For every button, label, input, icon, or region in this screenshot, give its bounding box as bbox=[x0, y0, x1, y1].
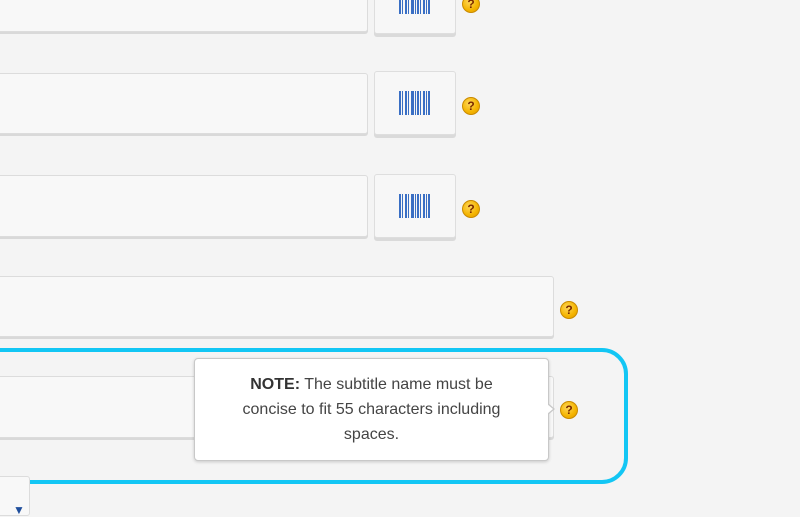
text-input-row-1[interactable] bbox=[0, 0, 368, 32]
tooltip-content: NOTE: The subtitle name must be concise … bbox=[223, 372, 520, 447]
help-icon[interactable]: ? bbox=[462, 97, 480, 115]
help-tooltip: NOTE: The subtitle name must be concise … bbox=[194, 358, 549, 461]
text-input-row-2[interactable] bbox=[0, 73, 368, 134]
help-icon[interactable]: ? bbox=[462, 0, 480, 13]
barcode-icon bbox=[399, 91, 430, 115]
text-input-field-3[interactable] bbox=[0, 176, 367, 236]
barcode-button-row-2[interactable] bbox=[374, 71, 456, 135]
tooltip-arrow bbox=[547, 403, 555, 415]
text-input-row-3[interactable] bbox=[0, 175, 368, 237]
chevron-down-icon: ▼ bbox=[13, 503, 25, 517]
barcode-button-row-1[interactable] bbox=[374, 0, 456, 34]
language-select[interactable]: ▼ bbox=[0, 476, 30, 517]
text-input-field-4[interactable] bbox=[0, 277, 553, 336]
text-input-field-1[interactable] bbox=[0, 0, 367, 31]
text-input-field-2[interactable] bbox=[0, 74, 367, 133]
text-input-row-4[interactable] bbox=[0, 276, 554, 337]
help-icon[interactable]: ? bbox=[560, 301, 578, 319]
barcode-button-row-3[interactable] bbox=[374, 174, 456, 238]
help-icon[interactable]: ? bbox=[560, 401, 578, 419]
tooltip-note-label: NOTE: bbox=[250, 376, 301, 393]
barcode-icon bbox=[399, 194, 430, 218]
barcode-icon bbox=[399, 0, 430, 14]
help-icon[interactable]: ? bbox=[462, 200, 480, 218]
